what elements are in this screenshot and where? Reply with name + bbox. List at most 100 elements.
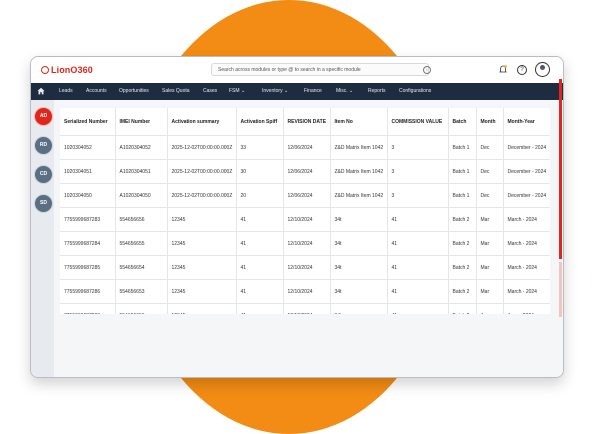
col-header-revision-date[interactable]: REVISION DATE bbox=[283, 108, 331, 136]
cell: Mar bbox=[476, 207, 504, 232]
cell: 30 bbox=[236, 159, 284, 184]
cell: 41 bbox=[387, 255, 449, 280]
cell: 7755999687285 bbox=[60, 255, 116, 280]
main-nav: Leads Accounts Opportunities Sales Quota… bbox=[31, 83, 563, 100]
cell: 12/10/2024 bbox=[283, 207, 331, 232]
global-search-input[interactable]: Search across modules or type @ to searc… bbox=[211, 63, 429, 76]
cell: 12/10/2024 bbox=[283, 255, 331, 280]
logo-text: LionO360 bbox=[51, 65, 93, 75]
nav-configurations[interactable]: Configurations bbox=[399, 83, 431, 100]
cell: March - 2024 bbox=[503, 231, 550, 256]
cell: 12/10/2024 bbox=[283, 279, 331, 304]
col-header-serialized-number[interactable]: Serialized Number bbox=[60, 108, 116, 136]
table-row[interactable]: 7755999687284 554656655 12345 41 12/10/2024 3… bbox=[60, 231, 550, 256]
table-row[interactable]: 1020304052 A1020304052 2025-12-02T00:00:00… bbox=[60, 135, 550, 160]
table-row[interactable]: 1020304051 A1020304051 2025-12-02T00:00:00… bbox=[60, 159, 550, 184]
col-header-activation-summary[interactable]: Activation summary bbox=[167, 108, 237, 136]
cell: Batch 2 bbox=[448, 231, 477, 256]
cell: Jun bbox=[476, 303, 504, 314]
cell: 1020304050 bbox=[60, 183, 116, 208]
cell: 12/12/2024 bbox=[283, 303, 331, 314]
cell: Z&D Matrix Item 1042 bbox=[330, 159, 388, 184]
nav-cases[interactable]: Cases bbox=[203, 83, 217, 100]
logo-mark-icon bbox=[41, 66, 49, 74]
nav-accounts[interactable]: Accounts bbox=[86, 83, 107, 100]
sidebar-item-sd[interactable]: SD bbox=[34, 194, 53, 213]
cell: 1020304052 bbox=[60, 135, 116, 160]
bell-icon[interactable] bbox=[499, 65, 507, 74]
main-content: Serialized Number IMEI Number Activation… bbox=[54, 100, 563, 377]
table-row[interactable]: 7755999687285 554656654 12345 41 12/10/2024 3… bbox=[60, 255, 550, 280]
cell: Mar bbox=[476, 255, 504, 280]
cell: 12345 bbox=[167, 207, 237, 232]
cell: 41 bbox=[387, 279, 449, 304]
table-row[interactable]: 7755999687286 554656653 12345 41 12/10/2024 3… bbox=[60, 279, 550, 304]
vertical-scrollbar-track[interactable] bbox=[559, 262, 562, 317]
cell: 12/06/2024 bbox=[283, 159, 331, 184]
cell: 41 bbox=[236, 279, 284, 304]
table-row[interactable]: 7755999687283554656656123454112/12/20243… bbox=[60, 303, 550, 314]
cell: 12/06/2024 bbox=[283, 183, 331, 208]
cell: 2025-12-02T00:00:00.000Z bbox=[167, 183, 237, 208]
col-header-activation-spiff[interactable]: Activation Spiff bbox=[236, 108, 284, 136]
cell: 554656654 bbox=[115, 255, 168, 280]
info-icon[interactable]: i bbox=[423, 66, 431, 74]
cell: 41 bbox=[236, 303, 284, 314]
cell: Dec bbox=[476, 135, 504, 160]
table-row[interactable]: 1020304050 A1020304050 2025-12-02T00:00:00… bbox=[60, 183, 550, 208]
cell: 34t bbox=[330, 303, 388, 314]
sidebar-item-cd[interactable]: CD bbox=[34, 165, 53, 184]
cell: 12/10/2024 bbox=[283, 231, 331, 256]
cell: 7755999687283 bbox=[60, 207, 116, 232]
cell: A1020304052 bbox=[115, 135, 168, 160]
top-bar: LionO360 Search across modules or type @… bbox=[31, 57, 563, 83]
nav-misc[interactable]: Misc. ⌄ bbox=[336, 83, 353, 100]
app-window: LionO360 Search across modules or type @… bbox=[30, 56, 564, 378]
cell: Batch 2 bbox=[448, 279, 477, 304]
sidebar-item-rd[interactable]: RD bbox=[34, 136, 53, 155]
cell: 7755999687283 bbox=[60, 303, 116, 314]
cell: Batch 1 bbox=[448, 183, 477, 208]
nav-opportunities[interactable]: Opportunities bbox=[119, 83, 149, 100]
col-header-month[interactable]: Month bbox=[476, 108, 504, 136]
cell: December - 2024 bbox=[503, 135, 550, 160]
cell: 12345 bbox=[167, 231, 237, 256]
vertical-scrollbar-thumb[interactable] bbox=[559, 79, 562, 259]
cell: 554656653 bbox=[115, 279, 168, 304]
cell: 2025-12-02T00:00:00.000Z bbox=[167, 135, 237, 160]
cell: 41 bbox=[236, 231, 284, 256]
nav-fsm[interactable]: FSM ⌄ bbox=[229, 83, 245, 100]
sidebar-item-ad[interactable]: AD bbox=[34, 107, 53, 126]
col-header-item-no[interactable]: Item No bbox=[330, 108, 388, 136]
nav-sales-quota[interactable]: Sales Quota bbox=[162, 83, 190, 100]
nav-reports[interactable]: Reports bbox=[368, 83, 386, 100]
nav-inventory[interactable]: Inventory ⌄ bbox=[262, 83, 288, 100]
col-header-imei-number[interactable]: IMEI Number bbox=[115, 108, 168, 136]
cell: 12345 bbox=[167, 303, 237, 314]
col-header-batch[interactable]: Batch bbox=[448, 108, 477, 136]
home-icon[interactable] bbox=[37, 87, 45, 95]
table-row[interactable]: 7755999687283 554656656 12345 41 12/10/2024 3… bbox=[60, 207, 550, 232]
cell: 20 bbox=[236, 183, 284, 208]
user-avatar[interactable] bbox=[535, 62, 550, 77]
cell: 34t bbox=[330, 255, 388, 280]
help-icon[interactable]: ? bbox=[517, 65, 527, 75]
cell: 41 bbox=[387, 231, 449, 256]
cell: A1020304051 bbox=[115, 159, 168, 184]
cell: Batch 2 bbox=[448, 207, 477, 232]
cell: 12/06/2024 bbox=[283, 135, 331, 160]
col-header-commission-value[interactable]: COMMISSION VALUE bbox=[387, 108, 449, 136]
cell: 554656655 bbox=[115, 231, 168, 256]
cell: 34t bbox=[330, 231, 388, 256]
nav-finance[interactable]: Finance bbox=[304, 83, 322, 100]
cell: Batch 1 bbox=[448, 135, 477, 160]
cell: Dec bbox=[476, 183, 504, 208]
sidebar: AD RD CD SD bbox=[31, 100, 54, 377]
col-header-month-year[interactable]: Month-Year bbox=[503, 108, 550, 136]
app-logo[interactable]: LionO360 bbox=[41, 65, 93, 75]
cell: Z&D Matrix Item 1042 bbox=[330, 135, 388, 160]
cell: Mar bbox=[476, 231, 504, 256]
cell: March - 2024 bbox=[503, 279, 550, 304]
cell: Dec bbox=[476, 159, 504, 184]
nav-leads[interactable]: Leads bbox=[59, 83, 73, 100]
